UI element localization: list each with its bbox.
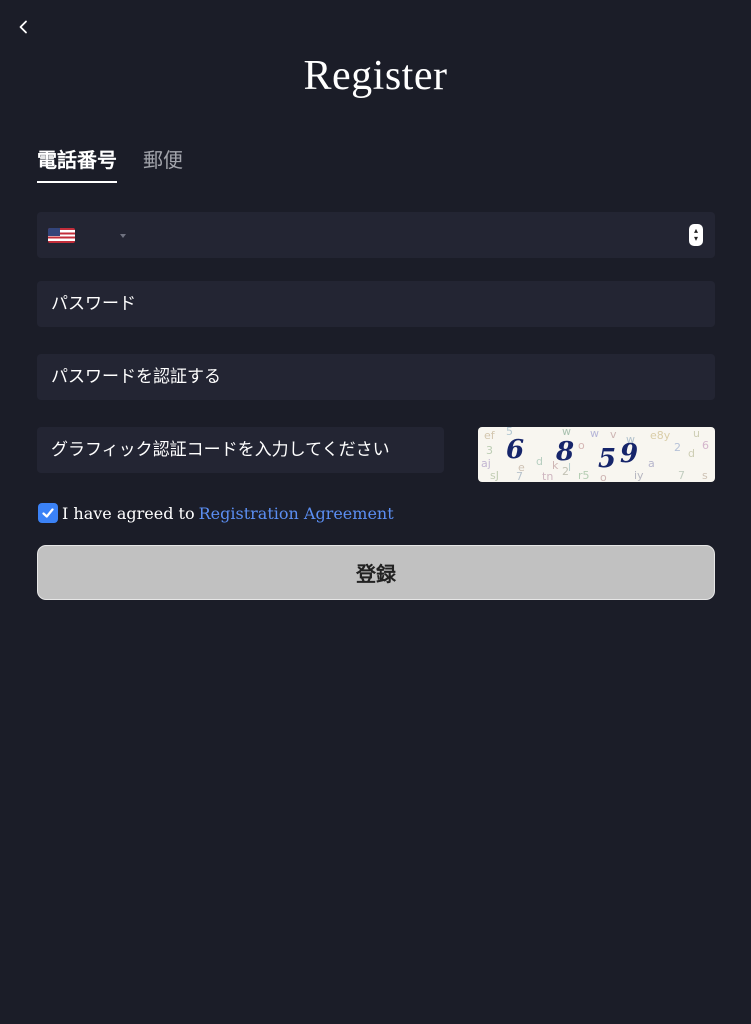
svg-text:iy: iy [634,469,644,482]
captcha-image[interactable]: ef 5 w w v w e8y u 3 o 2 6 aj e d k l a … [478,427,715,482]
captcha-char: 8 [555,437,574,467]
confirm-password-field[interactable]: パスワードを認証する [37,354,715,400]
svg-text:d: d [688,447,695,460]
svg-text:e8y: e8y [650,429,671,442]
svg-text:7: 7 [678,469,685,482]
svg-text:d: d [536,455,543,468]
page-title: Register [303,53,448,99]
chevron-left-icon [19,20,27,34]
caret-down-icon[interactable] [120,234,126,238]
svg-text:2: 2 [674,441,681,454]
captcha-char: 6 [506,435,524,465]
agreement-text: I have agreed to [62,503,195,523]
svg-text:a: a [648,457,655,470]
svg-text:6: 6 [702,439,709,452]
svg-text:sJ: sJ [490,469,499,482]
captcha-input[interactable]: グラフィック認証コードを入力してください [37,427,444,473]
captcha-placeholder: グラフィック認証コードを入力してください [51,440,390,460]
agreement-checkbox[interactable] [38,503,58,523]
checkmark-icon [42,508,54,518]
us-flag-icon[interactable] [48,228,75,243]
tab-phone[interactable]: 電話番号 [37,144,117,183]
agreement-row: I have agreed to Registration Agreement [38,503,394,523]
back-button[interactable] [14,17,34,37]
captcha-char: 5 [598,444,616,474]
svg-text:v: v [610,428,617,441]
svg-text:3: 3 [486,444,493,457]
svg-text:tn: tn [542,470,553,482]
register-button[interactable]: 登録 [37,545,715,600]
stepper-icon[interactable]: ▴ ▾ [689,224,703,246]
svg-text:7: 7 [516,470,523,482]
svg-text:o: o [578,439,585,452]
registration-agreement-link[interactable]: Registration Agreement [199,504,394,523]
phone-field[interactable]: ▴ ▾ [37,212,715,258]
register-tabs: 電話番号 郵便 [37,144,183,183]
svg-text:w: w [590,427,599,440]
svg-text:s: s [702,469,708,482]
password-field[interactable]: パスワード [37,281,715,327]
password-placeholder: パスワード [51,294,136,314]
confirm-password-placeholder: パスワードを認証する [51,367,221,387]
tab-email[interactable]: 郵便 [143,144,183,183]
svg-text:r5: r5 [578,469,590,482]
captcha-char: 9 [620,439,638,469]
svg-text:u: u [693,427,700,440]
svg-text:ef: ef [484,429,496,442]
